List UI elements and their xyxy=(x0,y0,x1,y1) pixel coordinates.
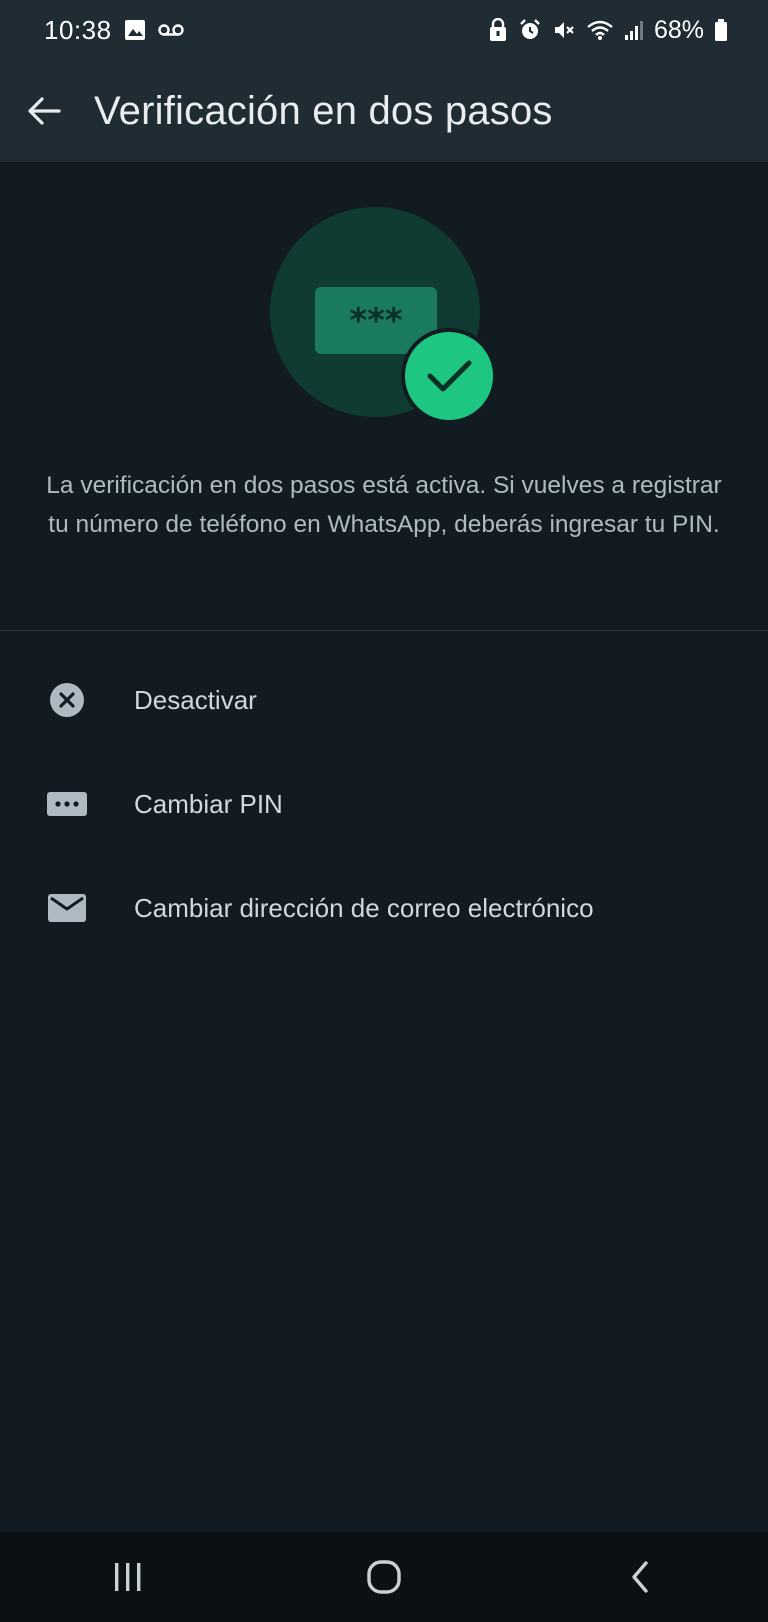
mute-icon xyxy=(552,18,576,42)
lock-icon xyxy=(488,18,508,42)
wifi-icon xyxy=(586,19,614,41)
home-button[interactable] xyxy=(344,1547,424,1607)
battery-percent: 68% xyxy=(653,15,704,44)
pin-verified-icon: *** xyxy=(270,207,497,424)
mail-icon xyxy=(47,888,87,928)
alarm-icon xyxy=(518,18,542,42)
recents-button[interactable] xyxy=(88,1547,168,1607)
arrow-left-icon xyxy=(27,96,61,126)
signal-icon xyxy=(624,19,644,41)
options-list: Desactivar Cambiar PIN Cambiar dirección… xyxy=(0,648,768,960)
close-circle-icon xyxy=(47,680,87,720)
menu-item-label: Desactivar xyxy=(134,684,257,715)
voicemail-icon xyxy=(157,22,184,38)
recents-icon xyxy=(111,1561,145,1593)
back-icon xyxy=(628,1560,652,1594)
status-time: 10:38 xyxy=(44,14,112,45)
system-nav-bar xyxy=(0,1532,768,1622)
system-back-button[interactable] xyxy=(600,1547,680,1607)
status-left: 10:38 xyxy=(44,15,184,46)
screen: 10:38 68% Verificación en dos pasos *** … xyxy=(0,0,768,1622)
status-bar: 10:38 68% xyxy=(0,0,768,60)
pin-mask-text: *** xyxy=(349,301,403,341)
menu-item-label: Cambiar dirección de correo electrónico xyxy=(134,892,594,923)
pin-dots-icon xyxy=(47,784,87,824)
divider xyxy=(0,630,768,631)
battery-icon xyxy=(714,18,728,42)
menu-item-label: Cambiar PIN xyxy=(134,788,283,819)
back-button[interactable] xyxy=(16,83,72,139)
hero-illustration: *** xyxy=(0,200,768,424)
gallery-icon xyxy=(124,19,146,41)
status-right: 68% xyxy=(488,16,728,45)
page-title: Verificación en dos pasos xyxy=(94,88,553,133)
app-bar: Verificación en dos pasos xyxy=(0,60,768,162)
home-icon xyxy=(366,1559,402,1595)
change-pin-option[interactable]: Cambiar PIN xyxy=(0,752,768,856)
change-email-option[interactable]: Cambiar dirección de correo electrónico xyxy=(0,856,768,960)
disable-option[interactable]: Desactivar xyxy=(0,648,768,752)
status-description: La verificación en dos pasos está activa… xyxy=(46,472,722,538)
